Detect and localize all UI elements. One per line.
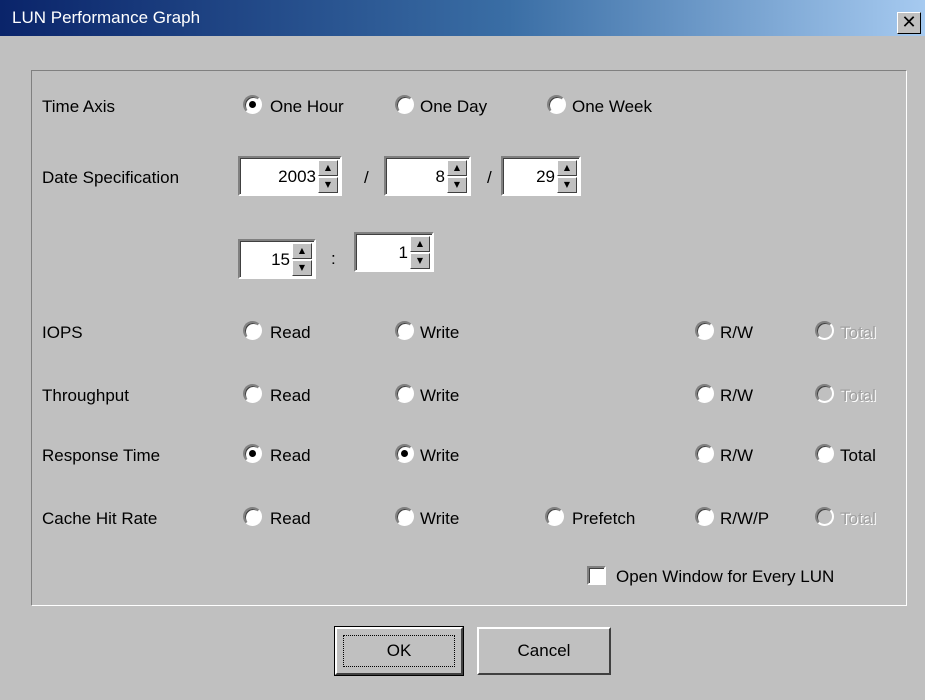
day-increment-button[interactable]: ▲ bbox=[557, 160, 577, 176]
day-spinner[interactable]: 29 ▲ ▼ bbox=[501, 156, 581, 196]
response-time-total-label[interactable]: Total bbox=[840, 446, 876, 466]
hour-value[interactable]: 15 bbox=[271, 250, 290, 270]
cache-prefetch-radio[interactable] bbox=[545, 507, 564, 526]
cache-hit-rate-label: Cache Hit Rate bbox=[42, 509, 158, 528]
month-increment-button[interactable]: ▲ bbox=[447, 160, 467, 176]
throughput-rw-radio[interactable] bbox=[695, 384, 714, 403]
iops-rw-label[interactable]: R/W bbox=[720, 323, 753, 343]
arrow-down-icon: ▼ bbox=[298, 263, 306, 272]
date-separator: / bbox=[364, 168, 369, 187]
iops-label: IOPS bbox=[42, 323, 83, 342]
cache-read-radio[interactable] bbox=[243, 507, 262, 526]
window-title: LUN Performance Graph bbox=[12, 8, 201, 27]
hour-decrement-button[interactable]: ▼ bbox=[292, 260, 312, 276]
time-separator: : bbox=[331, 249, 336, 268]
year-increment-button[interactable]: ▲ bbox=[318, 160, 338, 176]
day-decrement-button[interactable]: ▼ bbox=[557, 177, 577, 193]
hour-increment-button[interactable]: ▲ bbox=[292, 243, 312, 259]
minute-increment-button[interactable]: ▲ bbox=[410, 236, 430, 252]
iops-read-label[interactable]: Read bbox=[270, 323, 311, 343]
hour-spinner[interactable]: 15 ▲ ▼ bbox=[238, 239, 316, 279]
iops-write-label[interactable]: Write bbox=[420, 323, 459, 343]
date-specification-label: Date Specification bbox=[42, 168, 180, 187]
radio-one-hour[interactable] bbox=[243, 95, 262, 114]
arrow-up-icon: ▲ bbox=[453, 163, 461, 172]
radio-one-week[interactable] bbox=[547, 95, 566, 114]
cancel-button-label: Cancel bbox=[517, 641, 571, 660]
response-time-rw-label[interactable]: R/W bbox=[720, 446, 753, 466]
arrow-down-icon: ▼ bbox=[563, 180, 571, 189]
response-time-read-label[interactable]: Read bbox=[270, 446, 311, 466]
cache-write-radio[interactable] bbox=[395, 507, 414, 526]
arrow-down-icon: ▼ bbox=[453, 180, 461, 189]
month-decrement-button[interactable]: ▼ bbox=[447, 177, 467, 193]
arrow-down-icon: ▼ bbox=[324, 180, 332, 189]
open-window-label[interactable]: Open Window for Every LUN bbox=[616, 567, 834, 587]
radio-selected-dot-icon bbox=[401, 450, 408, 457]
radio-one-day[interactable] bbox=[395, 95, 414, 114]
throughput-label: Throughput bbox=[42, 386, 129, 405]
iops-read-radio[interactable] bbox=[243, 321, 262, 340]
year-decrement-button[interactable]: ▼ bbox=[318, 177, 338, 193]
cache-read-label[interactable]: Read bbox=[270, 509, 311, 529]
arrow-up-icon: ▲ bbox=[298, 246, 306, 255]
iops-total-label: Total bbox=[840, 323, 876, 342]
response-time-total-radio[interactable] bbox=[815, 444, 834, 463]
minute-value[interactable]: 1 bbox=[399, 243, 408, 263]
minute-spinner[interactable]: 1 ▲ ▼ bbox=[354, 232, 434, 272]
year-value[interactable]: 2003 bbox=[278, 167, 316, 187]
one-day-label[interactable]: One Day bbox=[420, 97, 487, 117]
arrow-up-icon: ▲ bbox=[416, 239, 424, 248]
throughput-read-radio[interactable] bbox=[243, 384, 262, 403]
options-panel bbox=[31, 70, 907, 606]
response-time-write-label[interactable]: Write bbox=[420, 446, 459, 466]
iops-total-radio bbox=[815, 321, 834, 340]
radio-selected-dot-icon bbox=[249, 450, 256, 457]
minute-decrement-button[interactable]: ▼ bbox=[410, 253, 430, 269]
throughput-total-radio bbox=[815, 384, 834, 403]
one-hour-label[interactable]: One Hour bbox=[270, 97, 344, 117]
cache-write-label[interactable]: Write bbox=[420, 509, 459, 529]
day-value[interactable]: 29 bbox=[536, 167, 555, 187]
date-separator: / bbox=[487, 168, 492, 187]
response-time-read-radio[interactable] bbox=[243, 444, 262, 463]
one-week-label[interactable]: One Week bbox=[572, 97, 652, 117]
arrow-up-icon: ▲ bbox=[324, 163, 332, 172]
throughput-write-label[interactable]: Write bbox=[420, 386, 459, 406]
arrow-down-icon: ▼ bbox=[416, 256, 424, 265]
cache-rwp-radio[interactable] bbox=[695, 507, 714, 526]
year-spinner[interactable]: 2003 ▲ ▼ bbox=[238, 156, 342, 196]
ok-button[interactable]: OK bbox=[334, 626, 464, 676]
cache-rwp-label[interactable]: R/W/P bbox=[720, 509, 769, 529]
cache-total-radio bbox=[815, 507, 834, 526]
throughput-write-radio[interactable] bbox=[395, 384, 414, 403]
radio-selected-dot-icon bbox=[249, 101, 256, 108]
cancel-button[interactable]: Cancel bbox=[477, 627, 611, 675]
arrow-up-icon: ▲ bbox=[563, 163, 571, 172]
dialog-window: LUN Performance Graph ✕ Time Axis One Ho… bbox=[0, 0, 925, 700]
response-time-write-radio[interactable] bbox=[395, 444, 414, 463]
close-button[interactable]: ✕ bbox=[897, 12, 921, 34]
focus-indicator bbox=[343, 635, 455, 667]
open-window-checkbox[interactable] bbox=[587, 566, 606, 585]
throughput-total-label: Total bbox=[840, 386, 876, 405]
response-time-rw-radio[interactable] bbox=[695, 444, 714, 463]
time-axis-label: Time Axis bbox=[42, 97, 116, 116]
cache-total-label: Total bbox=[840, 509, 876, 528]
throughput-rw-label[interactable]: R/W bbox=[720, 386, 753, 406]
iops-rw-radio[interactable] bbox=[695, 321, 714, 340]
month-value[interactable]: 8 bbox=[436, 167, 445, 187]
response-time-label: Response Time bbox=[42, 446, 161, 465]
iops-write-radio[interactable] bbox=[395, 321, 414, 340]
title-bar[interactable]: LUN Performance Graph ✕ bbox=[0, 0, 925, 36]
close-icon: ✕ bbox=[901, 12, 917, 33]
month-spinner[interactable]: 8 ▲ ▼ bbox=[384, 156, 471, 196]
throughput-read-label[interactable]: Read bbox=[270, 386, 311, 406]
cache-prefetch-label[interactable]: Prefetch bbox=[572, 509, 635, 529]
